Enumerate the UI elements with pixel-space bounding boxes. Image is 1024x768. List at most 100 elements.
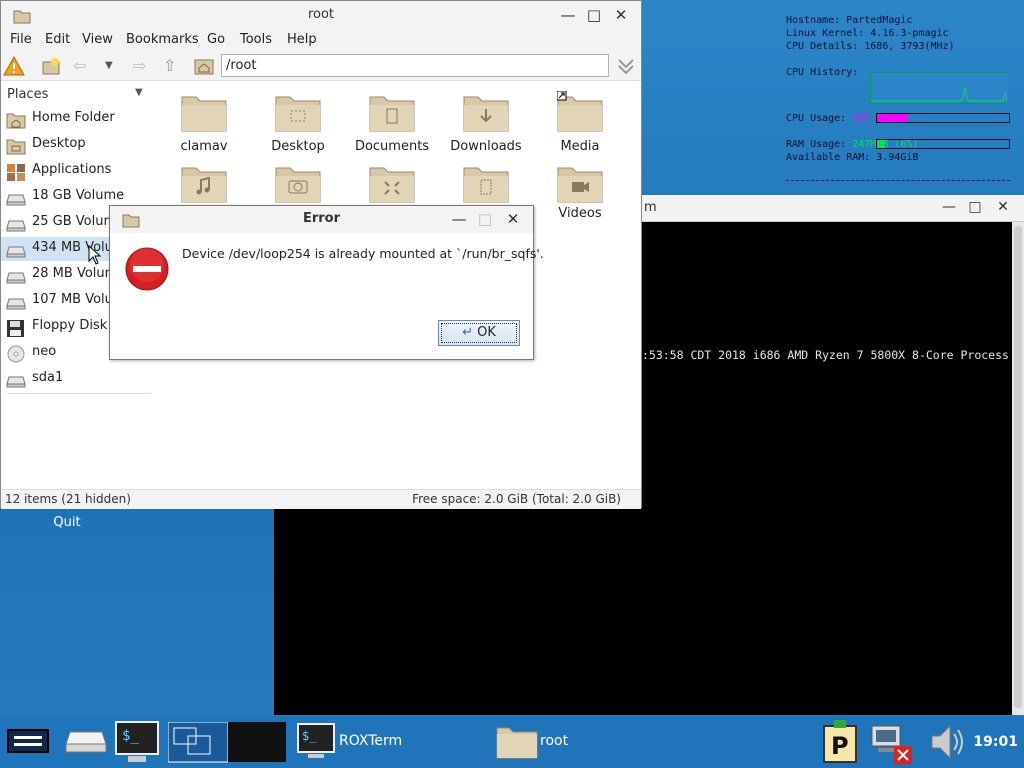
terminal-scrollbar[interactable] [1012, 222, 1024, 715]
menu-tools[interactable]: Tools [240, 32, 272, 47]
file-manager-titlebar[interactable]: root — □ ✕ [1, 1, 641, 29]
close-icon[interactable]: ✕ [994, 199, 1012, 217]
folder-music-icon [181, 167, 227, 203]
file-label: Documents [354, 139, 430, 154]
scrollbar-thumb[interactable] [1014, 226, 1022, 708]
menu-help[interactable]: Help [287, 32, 317, 47]
sidebar-item-applications[interactable]: Applications [1, 159, 153, 183]
minimize-icon[interactable]: — [450, 210, 468, 228]
volume-icon[interactable] [926, 720, 970, 764]
cpu-usage-bar [876, 113, 1010, 123]
folder-downloads-icon [463, 96, 509, 132]
go-icon[interactable] [615, 56, 637, 76]
applications-icon [7, 164, 25, 181]
available-ram-text: Available RAM: 3.94GiB [786, 152, 919, 163]
file-label: clamav [180, 139, 228, 154]
terminal-output-line: :53:58 CDT 2018 i686 AMD Ryzen 7 5800X 8… [642, 348, 1009, 362]
up-icon[interactable]: ⇧ [163, 56, 185, 76]
new-tab-icon[interactable] [41, 56, 63, 76]
menu-bookmarks[interactable]: Bookmarks [126, 32, 199, 47]
folder-desktop-icon [275, 96, 321, 132]
menu-bar: File Edit View Bookmarks Go Tools Help [1, 29, 641, 51]
maximize-icon: □ [477, 210, 493, 228]
sidebar-item-label: Applications [32, 162, 112, 177]
ok-button[interactable]: ↵ OK [438, 320, 520, 346]
file-item-videos[interactable]: Videos [533, 154, 627, 224]
close-icon[interactable]: ✕ [504, 210, 522, 228]
forward-icon[interactable]: ⇨ [133, 56, 155, 76]
sidebar-item-label: sda1 [32, 370, 64, 385]
menu-view[interactable]: View [82, 32, 113, 47]
maximize-icon[interactable]: □ [966, 199, 984, 217]
terminal-window[interactable]: m — □ ✕ :53:58 CDT 2018 i686 AMD Ryzen 7… [642, 195, 1024, 715]
drive-icon [6, 376, 26, 388]
sidebar-item-home-folder[interactable]: Home Folder [1, 107, 153, 131]
file-item-clamav[interactable]: clamav [157, 83, 251, 154]
file-item-documents[interactable]: Documents [345, 83, 439, 154]
status-bar: 12 items (21 hidden) Free space: 2.0 GiB… [1, 489, 641, 509]
places-header[interactable]: Places [7, 87, 48, 102]
clock: 19:01 [973, 734, 1018, 750]
cpu-history-graph [870, 72, 1010, 104]
cpu-history-line [871, 86, 1008, 102]
floppy-icon [7, 320, 24, 337]
folder-documents-icon [369, 96, 415, 132]
hostname-text: Hostname: PartedMagic [786, 15, 913, 26]
taskbar-roxterm-label[interactable]: ROXTerm [339, 733, 402, 749]
desktop-folder-icon [6, 139, 26, 155]
warning-icon[interactable] [3, 56, 25, 76]
terminal-body-extension [274, 508, 642, 715]
minimize-icon[interactable]: — [559, 6, 577, 24]
dialog-titlebar[interactable]: Error — □ ✕ [110, 206, 533, 233]
sidebar-item-sda1[interactable]: sda1 [1, 367, 153, 391]
drive-icon [6, 220, 26, 232]
file-item-downloads[interactable]: Downloads [439, 83, 533, 154]
workspace-1-icon[interactable] [168, 722, 228, 766]
back-history-chevron-icon[interactable]: ▼ [105, 60, 127, 80]
menu-edit[interactable]: Edit [45, 32, 70, 47]
ok-button-label: OK [477, 325, 496, 340]
kernel-text: Linux Kernel: 4.16.3-pmagic [786, 28, 949, 39]
file-item-media[interactable]: Media [533, 83, 627, 154]
drive-icon [6, 298, 26, 310]
file-item-desktop[interactable]: Desktop [251, 83, 345, 154]
roxterm-icon: $_ [297, 723, 335, 758]
file-label: Desktop [271, 139, 325, 154]
item-count-text: 12 items (21 hidden) [5, 492, 131, 506]
window-title: root [307, 7, 335, 22]
menu-go[interactable]: Go [207, 32, 225, 47]
taskbar-root-label[interactable]: root [540, 733, 568, 749]
close-icon[interactable]: ✕ [612, 6, 630, 24]
terminal-titlebar[interactable]: m — □ ✕ [642, 195, 1024, 222]
partedmagic-icon[interactable]: P [822, 720, 860, 764]
maximize-icon[interactable]: □ [585, 6, 603, 24]
sidebar-item-label: Home Folder [32, 110, 115, 125]
workspace-2-icon[interactable] [228, 722, 286, 762]
svg-text:P: P [831, 732, 849, 760]
drive-icon [6, 194, 26, 206]
folder-templates-icon [463, 167, 509, 203]
terminal-launcher-icon[interactable]: $_ [114, 720, 160, 764]
sidebar-item-desktop[interactable]: Desktop [1, 133, 153, 157]
network-disconnected-icon[interactable] [868, 720, 914, 764]
cdrom-icon [7, 345, 25, 363]
back-icon[interactable]: ⇦ [73, 56, 95, 76]
menu-file[interactable]: File [10, 32, 32, 47]
folder-videos-icon [557, 167, 603, 203]
error-icon [125, 247, 169, 291]
file-label: Downloads [450, 139, 522, 154]
drive-icon[interactable] [64, 730, 108, 768]
drive-icon [6, 272, 26, 284]
minimize-icon[interactable]: — [940, 199, 958, 217]
home-icon[interactable] [193, 56, 215, 76]
chevron-down-icon[interactable]: ▼ [135, 87, 143, 98]
folder-link-icon [557, 91, 603, 132]
ram-usage-fill [877, 140, 885, 148]
enter-arrow-icon: ↵ [462, 325, 473, 340]
folder-icon [496, 727, 538, 759]
error-dialog[interactable]: Error — □ ✕ Device /dev/loop254 is alrea… [109, 205, 544, 360]
address-bar[interactable]: /root [221, 54, 609, 77]
start-menu-icon[interactable] [6, 728, 50, 768]
desktop-quit-label[interactable]: Quit [40, 515, 94, 530]
file-label: Videos [558, 206, 602, 221]
